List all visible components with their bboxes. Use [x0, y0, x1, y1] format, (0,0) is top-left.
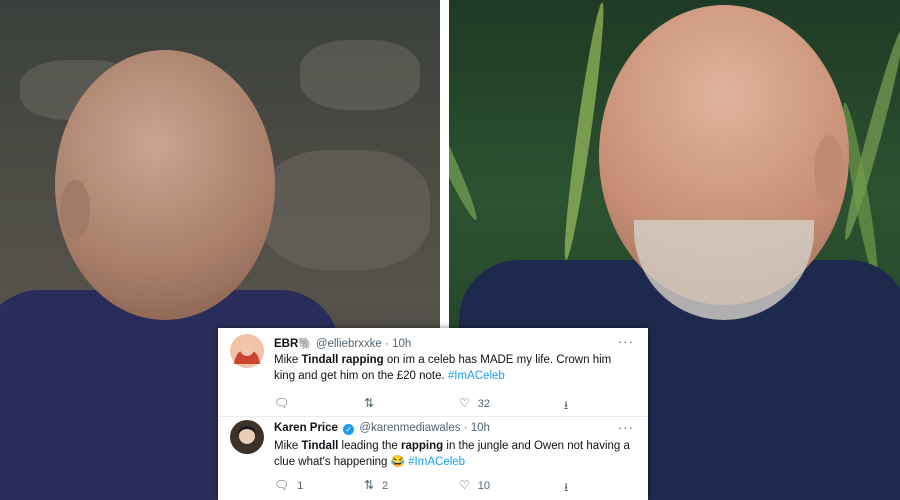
tweet-card[interactable]: EBR🐘 @elliebrxxke · 10h ··· Mike Tindall…	[218, 328, 648, 417]
reply-icon: 🗨	[274, 478, 290, 492]
person-head	[55, 50, 275, 320]
tweet-screenshot: EBR🐘 @elliebrxxke · 10h ··· Mike Tindall…	[218, 328, 648, 500]
background-rock	[260, 150, 430, 270]
heart-icon: ♡	[459, 478, 470, 492]
reply-button[interactable]: 🗨 1	[274, 478, 303, 492]
share-button[interactable]: ⭳	[564, 478, 576, 499]
avatar-image	[230, 334, 264, 368]
text-segment: Mike	[274, 440, 302, 452]
text-segment: Mike	[274, 354, 302, 366]
like-button[interactable]: ♡ 32	[459, 396, 490, 410]
tweet-header: Karen Price ✓ @karenmediawales · 10h	[274, 422, 490, 435]
text-highlight: Tindall	[301, 440, 339, 452]
tweet-card[interactable]: Karen Price ✓ @karenmediawales · 10h ···…	[218, 416, 648, 500]
tweet-actions: 🗨 1 ⇅ 2 ♡ 10 ⭳	[274, 478, 604, 494]
avatar[interactable]	[230, 334, 264, 368]
like-count: 32	[477, 398, 491, 410]
like-count: 10	[477, 480, 491, 492]
share-button[interactable]: ⭳	[564, 396, 576, 417]
text-highlight: rapping	[401, 440, 444, 452]
tweet-text: Mike Tindall rapping on im a celeb has M…	[274, 352, 634, 384]
retweet-button[interactable]: ⇅	[364, 396, 382, 410]
reply-button[interactable]: 🗨	[274, 396, 297, 410]
heart-icon: ♡	[459, 396, 470, 410]
more-icon[interactable]: ···	[618, 420, 634, 435]
like-button[interactable]: ♡ 10	[459, 478, 490, 492]
reply-icon: 🗨	[274, 396, 290, 410]
separator: ·	[463, 422, 468, 434]
retweet-button[interactable]: ⇅ 2	[364, 478, 388, 492]
verified-icon: ✓	[343, 424, 355, 435]
share-icon: ⭳	[564, 398, 569, 412]
text-segment: leading the	[338, 440, 402, 452]
jungle-leaf	[449, 72, 483, 223]
hashtag-link[interactable]: #ImACeleb	[408, 456, 465, 468]
avatar[interactable]	[230, 420, 264, 454]
person-ear	[60, 180, 90, 240]
retweet-icon: ⇅	[364, 396, 375, 410]
tweet-header: EBR🐘 @elliebrxxke · 10h	[274, 336, 411, 350]
handle[interactable]: @karenmediawales	[359, 422, 460, 434]
display-name[interactable]: EBR🐘	[274, 338, 313, 350]
avatar-image	[230, 420, 264, 454]
retweet-icon: ⇅	[364, 478, 375, 492]
separator: ·	[385, 338, 389, 350]
tweet-text: Mike Tindall leading the rapping in the …	[274, 438, 634, 470]
text-highlight: Tindall	[301, 354, 339, 366]
background-rock	[300, 40, 420, 110]
more-icon[interactable]: ···	[618, 334, 634, 349]
text-highlight: rapping	[341, 354, 384, 366]
share-icon: ⭳	[564, 480, 569, 494]
handle[interactable]: @elliebrxxke	[316, 338, 382, 350]
person-ear	[814, 135, 844, 205]
reply-count: 1	[297, 480, 304, 492]
tweet-actions: 🗨 ⇅ ♡ 32 ⭳	[274, 396, 604, 412]
display-name[interactable]: Karen Price	[274, 422, 338, 434]
hashtag-link[interactable]: #ImACeleb	[448, 370, 505, 382]
retweet-count: 2	[382, 480, 389, 492]
timestamp[interactable]: 10h	[471, 422, 490, 434]
timestamp[interactable]: 10h	[392, 338, 411, 350]
